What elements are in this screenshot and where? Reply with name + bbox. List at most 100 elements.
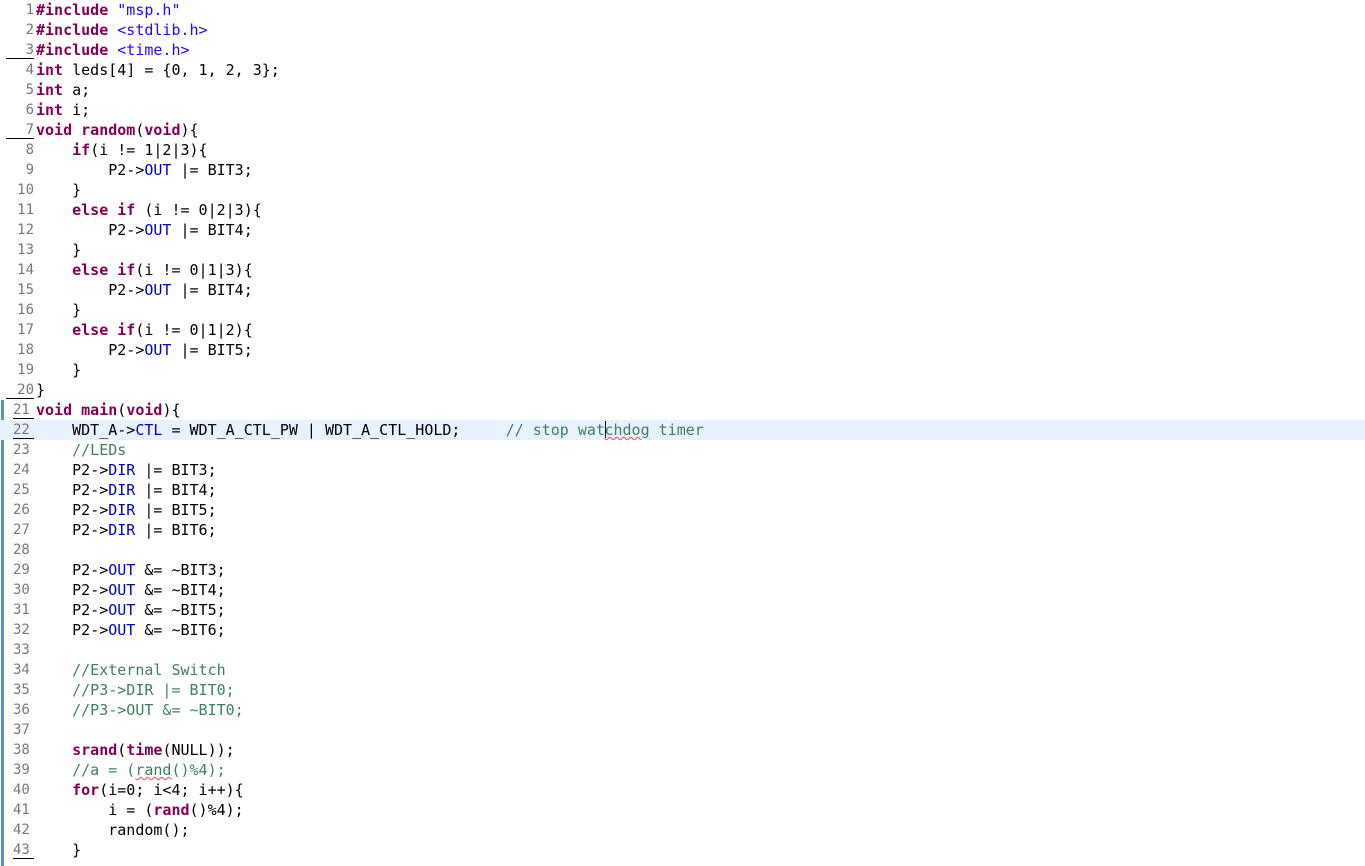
- code-text[interactable]: int leds[4] = {0, 1, 2, 3};: [36, 60, 280, 80]
- code-line[interactable]: 1 #include "msp.h": [0, 0, 1365, 20]
- code-line[interactable]: 39 //a = (rand()%4);: [0, 760, 1365, 780]
- kw-token: random: [81, 121, 136, 139]
- code-line[interactable]: 2 #include <stdlib.h>: [0, 20, 1365, 40]
- code-text[interactable]: int a;: [36, 80, 90, 100]
- code-line[interactable]: 6 int i;: [0, 100, 1365, 120]
- code-text[interactable]: //P3->OUT &= ~BIT0;: [36, 700, 244, 720]
- code-line[interactable]: 23 //LEDs: [0, 440, 1365, 460]
- code-text[interactable]: P2->OUT &= ~BIT4;: [36, 580, 226, 600]
- code-text[interactable]: }: [36, 360, 81, 380]
- line-number: 23: [13, 442, 30, 458]
- code-line[interactable]: 14 else if(i != 0|1|3){: [0, 260, 1365, 280]
- code-line[interactable]: 43 }: [0, 840, 1365, 860]
- line-number: 2: [25, 22, 34, 38]
- code-line[interactable]: 30 P2->OUT &= ~BIT4;: [0, 580, 1365, 600]
- code-text[interactable]: P2->OUT |= BIT4;: [36, 280, 253, 300]
- code-text[interactable]: int i;: [36, 100, 90, 120]
- code-text[interactable]: i = (rand()%4);: [36, 800, 243, 820]
- line-number: 14: [17, 262, 34, 278]
- code-text[interactable]: }: [36, 380, 45, 400]
- code-text[interactable]: P2->OUT &= ~BIT5;: [36, 600, 226, 620]
- code-text[interactable]: }: [36, 180, 81, 200]
- code-line[interactable]: 12 P2->OUT |= BIT4;: [0, 220, 1365, 240]
- code-text[interactable]: //P3->DIR |= BIT0;: [36, 680, 235, 700]
- code-text[interactable]: #include "msp.h": [36, 0, 181, 20]
- code-line[interactable]: 13 }: [0, 240, 1365, 260]
- code-line[interactable]: 8 if(i != 1|2|3){: [0, 140, 1365, 160]
- code-text[interactable]: P2->DIR |= BIT6;: [36, 520, 217, 540]
- code-line[interactable]: 36 //P3->OUT &= ~BIT0;: [0, 700, 1365, 720]
- code-text[interactable]: P2->OUT &= ~BIT6;: [36, 620, 226, 640]
- code-text[interactable]: void main(void){: [36, 400, 181, 420]
- code-text[interactable]: else if(i != 0|1|3){: [36, 260, 253, 280]
- code-line[interactable]: 33: [0, 640, 1365, 660]
- code-line[interactable]: 7 void random(void){: [0, 120, 1365, 140]
- code-text[interactable]: P2->OUT |= BIT3;: [36, 160, 253, 180]
- code-text[interactable]: else if(i != 0|1|2){: [36, 320, 253, 340]
- code-line[interactable]: 16 }: [0, 300, 1365, 320]
- code-line[interactable]: 35 //P3->DIR |= BIT0;: [0, 680, 1365, 700]
- code-text[interactable]: P2->DIR |= BIT5;: [36, 500, 217, 520]
- code-line[interactable]: 27 P2->DIR |= BIT6;: [0, 520, 1365, 540]
- code-line[interactable]: 10 }: [0, 180, 1365, 200]
- code-text[interactable]: for(i=0; i<4; i++){: [36, 780, 244, 800]
- code-text[interactable]: //a = (rand()%4);: [36, 760, 226, 780]
- code-line[interactable]: 41 i = (rand()%4);: [0, 800, 1365, 820]
- code-editor[interactable]: 1 #include "msp.h" 2 #include <stdlib.h> 3 #i…: [0, 0, 1365, 866]
- code-line[interactable]: 4 int leds[4] = {0, 1, 2, 3};: [0, 60, 1365, 80]
- code-text[interactable]: void random(void){: [36, 120, 199, 140]
- code-token: a;: [63, 81, 91, 99]
- code-line[interactable]: 26 P2->DIR |= BIT5;: [0, 500, 1365, 520]
- code-line[interactable]: 5 int a;: [0, 80, 1365, 100]
- code-text[interactable]: WDT_A->CTL = WDT_A_CTL_PW | WDT_A_CTL_HO…: [36, 420, 704, 440]
- code-line[interactable]: 28: [0, 540, 1365, 560]
- line-number: 31: [13, 602, 30, 618]
- code-text[interactable]: P2->DIR |= BIT4;: [36, 480, 217, 500]
- line-number: 32: [13, 622, 30, 638]
- code-line[interactable]: 17 else if(i != 0|1|2){: [0, 320, 1365, 340]
- code-text[interactable]: P2->OUT |= BIT4;: [36, 220, 253, 240]
- code-text[interactable]: //LEDs: [36, 440, 126, 460]
- code-line[interactable]: 37: [0, 720, 1365, 740]
- code-line[interactable]: 20}: [0, 380, 1365, 400]
- code-text[interactable]: //External Switch: [36, 660, 226, 680]
- code-line[interactable]: 3 #include <time.h>: [0, 40, 1365, 60]
- code-line[interactable]: 32 P2->OUT &= ~BIT6;: [0, 620, 1365, 640]
- kw-token: main: [81, 401, 118, 419]
- code-line[interactable]: 18 P2->OUT |= BIT5;: [0, 340, 1365, 360]
- code-line[interactable]: 21 void main(void){: [0, 400, 1365, 420]
- code-text[interactable]: #include <stdlib.h>: [36, 20, 208, 40]
- code-line[interactable]: 34 //External Switch: [0, 660, 1365, 680]
- code-line[interactable]: 31 P2->OUT &= ~BIT5;: [0, 600, 1365, 620]
- code-line[interactable]: 29 P2->OUT &= ~BIT3;: [0, 560, 1365, 580]
- code-line[interactable]: 11 else if (i != 0|2|3){: [0, 200, 1365, 220]
- code-line[interactable]: 24 P2->DIR |= BIT3;: [0, 460, 1365, 480]
- code-text[interactable]: }: [36, 240, 81, 260]
- code-text[interactable]: P2->OUT |= BIT5;: [36, 340, 253, 360]
- code-text[interactable]: random();: [36, 820, 189, 840]
- code-line[interactable]: 25 P2->DIR |= BIT4;: [0, 480, 1365, 500]
- code-text[interactable]: }: [36, 300, 81, 320]
- code-text[interactable]: P2->OUT &= ~BIT3;: [36, 560, 226, 580]
- code-text[interactable]: if(i != 1|2|3){: [36, 140, 207, 160]
- code-line[interactable]: 38 srand(time(NULL));: [0, 740, 1365, 760]
- cm-token: //LEDs: [72, 441, 127, 459]
- code-token: P2->: [36, 601, 109, 619]
- code-text[interactable]: P2->DIR |= BIT3;: [36, 460, 217, 480]
- code-line[interactable]: 40 for(i=0; i<4; i++){: [0, 780, 1365, 800]
- code-text[interactable]: srand(time(NULL));: [36, 740, 235, 760]
- code-text[interactable]: }: [36, 840, 81, 860]
- code-token: |= BIT4;: [135, 481, 217, 499]
- code-line[interactable]: 42 random();: [0, 820, 1365, 840]
- code-line[interactable]: 15 P2->OUT |= BIT4;: [0, 280, 1365, 300]
- code-text[interactable]: #include <time.h>: [36, 40, 190, 60]
- code-line[interactable]: 19 }: [0, 360, 1365, 380]
- editor-text-area[interactable]: 1 #include "msp.h" 2 #include <stdlib.h> 3 #i…: [0, 0, 1365, 860]
- code-line[interactable]: 22 WDT_A->CTL = WDT_A_CTL_PW | WDT_A_CTL…: [0, 420, 1365, 440]
- code-text[interactable]: else if (i != 0|2|3){: [36, 200, 262, 220]
- code-line[interactable]: 9 P2->OUT |= BIT3;: [0, 160, 1365, 180]
- code-token: P2->: [36, 281, 145, 299]
